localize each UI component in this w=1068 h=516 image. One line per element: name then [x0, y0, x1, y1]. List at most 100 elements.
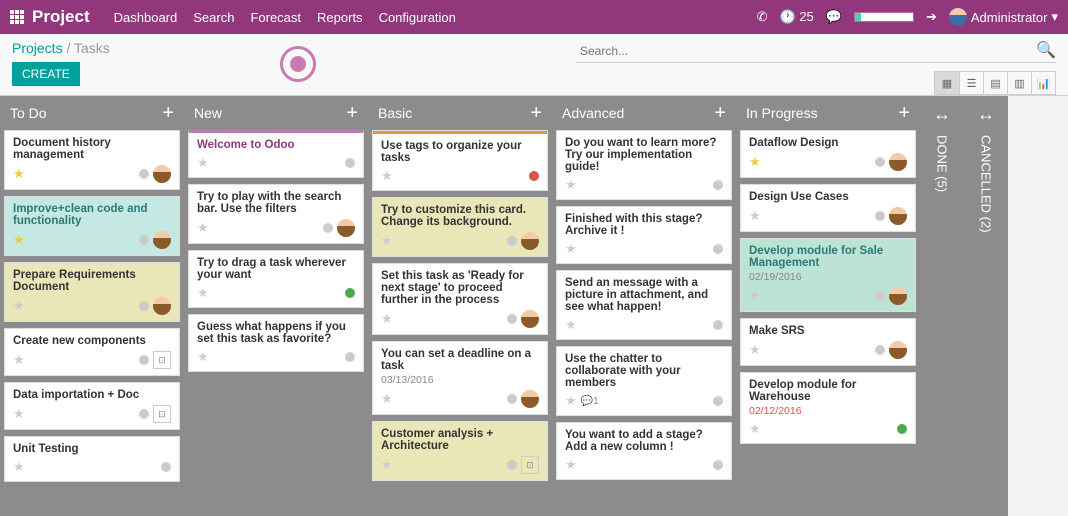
search-icon[interactable]: 🔍 — [1036, 40, 1056, 60]
breadcrumb-root[interactable]: Projects — [12, 40, 63, 56]
search-input[interactable] — [576, 40, 1056, 63]
kanban-card[interactable]: Try to play with the search bar. Use the… — [188, 184, 364, 244]
star-icon[interactable]: ★ — [381, 391, 393, 407]
assignee-placeholder-icon[interactable]: ⊡ — [153, 351, 171, 369]
collapsed-column[interactable]: ↔CANCELLED (2) — [964, 96, 1008, 516]
star-icon[interactable]: ★ — [381, 311, 393, 327]
nav-reports[interactable]: Reports — [317, 10, 363, 25]
assignee-placeholder-icon[interactable]: ⊡ — [521, 456, 539, 474]
star-icon[interactable]: ★ — [749, 154, 761, 170]
star-icon[interactable]: ★ — [749, 288, 761, 304]
kanban-card[interactable]: Finished with this stage? Archive it !★ — [556, 206, 732, 264]
stage-dot-icon[interactable] — [323, 223, 333, 233]
kanban-card[interactable]: Use the chatter to collaborate with your… — [556, 346, 732, 416]
stage-dot-icon[interactable] — [139, 355, 149, 365]
stage-dot-icon[interactable] — [713, 320, 723, 330]
kanban-card[interactable]: Unit Testing★ — [4, 436, 180, 482]
star-icon[interactable]: ★ — [13, 298, 25, 314]
stage-dot-icon[interactable] — [713, 180, 723, 190]
star-icon[interactable]: ★ — [13, 406, 25, 422]
stage-dot-icon[interactable] — [139, 169, 149, 179]
kanban-card[interactable]: Try to customize this card. Change its b… — [372, 197, 548, 257]
stage-dot-icon[interactable] — [139, 235, 149, 245]
star-icon[interactable]: ★ — [197, 285, 209, 301]
stage-dot-icon[interactable] — [875, 291, 885, 301]
view-pivot[interactable]: ▥ — [1007, 72, 1031, 94]
stage-dot-icon[interactable] — [345, 352, 355, 362]
assignee-avatar[interactable] — [889, 287, 907, 305]
star-icon[interactable]: ★ — [197, 349, 209, 365]
kanban-card[interactable]: Set this task as 'Ready for next stage' … — [372, 263, 548, 335]
kanban-card[interactable]: Welcome to Odoo★ — [188, 130, 364, 178]
stage-dot-icon[interactable] — [507, 314, 517, 324]
stage-dot-icon[interactable] — [713, 460, 723, 470]
star-icon[interactable]: ★ — [381, 457, 393, 473]
kanban-card[interactable]: Develop module for Sale Management02/19/… — [740, 238, 916, 312]
star-icon[interactable]: ★ — [565, 241, 577, 257]
star-icon[interactable]: ★ — [13, 352, 25, 368]
kanban-card[interactable]: Use tags to organize your tasks★ — [372, 130, 548, 191]
kanban-card[interactable]: Prepare Requirements Document★ — [4, 262, 180, 322]
assignee-avatar[interactable] — [889, 153, 907, 171]
star-icon[interactable]: ★ — [13, 166, 25, 182]
star-icon[interactable]: ★ — [381, 168, 393, 184]
assignee-avatar[interactable] — [889, 207, 907, 225]
stage-dot-icon[interactable] — [507, 460, 517, 470]
kanban-card[interactable]: Document history management★ — [4, 130, 180, 190]
stage-dot-icon[interactable] — [897, 424, 907, 434]
record-indicator-icon[interactable] — [280, 46, 316, 82]
nav-search[interactable]: Search — [193, 10, 234, 25]
assignee-avatar[interactable] — [521, 390, 539, 408]
create-button[interactable]: CREATE — [12, 62, 80, 86]
star-icon[interactable]: ★ — [749, 208, 761, 224]
star-icon[interactable]: ★ — [565, 317, 577, 333]
view-graph[interactable]: 📊 — [1031, 72, 1055, 94]
user-menu[interactable]: Administrator ▾ — [949, 8, 1058, 26]
assignee-avatar[interactable] — [521, 232, 539, 250]
stage-dot-icon[interactable] — [875, 345, 885, 355]
assignee-avatar[interactable] — [153, 231, 171, 249]
star-icon[interactable]: ★ — [381, 233, 393, 249]
stage-dot-icon[interactable] — [345, 288, 355, 298]
star-icon[interactable]: ★ — [565, 393, 577, 409]
login-icon[interactable]: ➔ — [926, 9, 937, 25]
view-kanban[interactable]: ▦ — [935, 72, 959, 94]
stage-dot-icon[interactable] — [713, 396, 723, 406]
add-card-button[interactable]: + — [162, 102, 174, 125]
kanban-card[interactable]: You want to add a stage? Add a new colum… — [556, 422, 732, 480]
stage-dot-icon[interactable] — [345, 158, 355, 168]
add-card-button[interactable]: + — [898, 102, 910, 125]
star-icon[interactable]: ★ — [565, 177, 577, 193]
stage-dot-icon[interactable] — [529, 171, 539, 181]
phone-icon[interactable]: ✆ — [757, 9, 768, 25]
kanban-card[interactable]: Customer analysis + Architecture★⊡ — [372, 421, 548, 481]
add-card-button[interactable]: + — [346, 102, 358, 125]
chat-icon[interactable]: 💬 — [826, 9, 842, 25]
add-card-button[interactable]: + — [530, 102, 542, 125]
stage-dot-icon[interactable] — [875, 157, 885, 167]
kanban-card[interactable]: Improve+clean code and functionality★ — [4, 196, 180, 256]
assignee-avatar[interactable] — [337, 219, 355, 237]
assignee-avatar[interactable] — [153, 297, 171, 315]
kanban-card[interactable]: Try to drag a task wherever your want★ — [188, 250, 364, 308]
kanban-card[interactable]: Develop module for Warehouse02/12/2016★ — [740, 372, 916, 444]
assignee-avatar[interactable] — [521, 310, 539, 328]
kanban-card[interactable]: Send an message with a picture in attach… — [556, 270, 732, 340]
stage-dot-icon[interactable] — [161, 462, 171, 472]
kanban-card[interactable]: Do you want to learn more? Try our imple… — [556, 130, 732, 200]
star-icon[interactable]: ★ — [197, 155, 209, 171]
stage-dot-icon[interactable] — [139, 409, 149, 419]
stage-dot-icon[interactable] — [507, 236, 517, 246]
collapsed-column[interactable]: ↔DONE (5) — [920, 96, 964, 516]
star-icon[interactable]: ★ — [749, 421, 761, 437]
stage-dot-icon[interactable] — [875, 211, 885, 221]
star-icon[interactable]: ★ — [749, 342, 761, 358]
stage-dot-icon[interactable] — [713, 244, 723, 254]
star-icon[interactable]: ★ — [197, 220, 209, 236]
star-icon[interactable]: ★ — [565, 457, 577, 473]
kanban-card[interactable]: Design Use Cases★ — [740, 184, 916, 232]
kanban-card[interactable]: You can set a deadline on a task03/13/20… — [372, 341, 548, 415]
add-card-button[interactable]: + — [714, 102, 726, 125]
kanban-card[interactable]: Create new components★⊡ — [4, 328, 180, 376]
assignee-placeholder-icon[interactable]: ⊡ — [153, 405, 171, 423]
